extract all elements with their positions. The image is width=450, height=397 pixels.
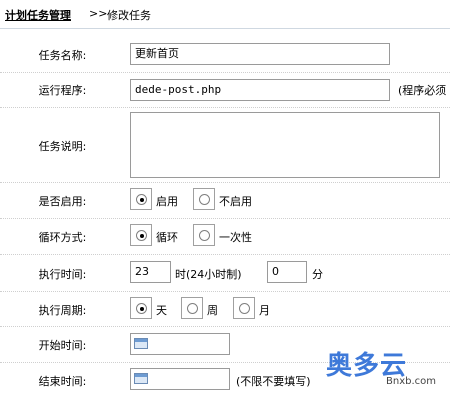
loop-label: 循环方式: — [38, 231, 87, 244]
start-time-input[interactable] — [130, 333, 230, 355]
task-name-row: 任务名称: 更新首页 — [0, 39, 450, 73]
enabled-yes-label: 启用 — [156, 195, 178, 208]
hour-input[interactable]: 23 — [130, 261, 171, 283]
hour-suffix: 时(24小时制) — [175, 268, 242, 281]
period-month-label: 月 — [259, 304, 270, 317]
loop-repeat-radio[interactable] — [130, 224, 152, 246]
enabled-yes-radio[interactable] — [130, 188, 152, 210]
minute-input[interactable]: 0 — [267, 261, 307, 283]
period-week-radio[interactable] — [181, 297, 203, 319]
breadcrumb-separator: >> — [89, 7, 108, 20]
period-month-radio[interactable] — [233, 297, 255, 319]
radio-checked-icon — [136, 194, 147, 205]
calendar-icon[interactable] — [134, 338, 148, 349]
loop-once-label: 一次性 — [219, 231, 252, 244]
loop-row: 循环方式: 循环 一次性 — [0, 219, 450, 255]
description-textarea[interactable] — [130, 112, 440, 178]
start-time-label: 开始时间: — [38, 339, 87, 352]
loop-once-radio[interactable] — [193, 224, 215, 246]
time-row: 执行时间: 23 时(24小时制) 0 分 — [0, 255, 450, 292]
end-time-note: (不限不要填写) — [236, 375, 311, 388]
period-week-label: 周 — [207, 304, 218, 317]
radio-icon — [199, 194, 210, 205]
enabled-no-radio[interactable] — [193, 188, 215, 210]
breadcrumb-current: 修改任务 — [107, 9, 151, 22]
radio-checked-icon — [136, 230, 147, 241]
period-day-label: 天 — [156, 304, 167, 317]
watermark-domain: Bnxb.com — [386, 376, 436, 387]
radio-icon — [239, 303, 250, 314]
watermark: 奥多云 Bnxb.com — [326, 345, 446, 395]
end-time-label: 结束时间: — [38, 375, 87, 388]
loop-repeat-label: 循环 — [156, 231, 178, 244]
period-row: 执行周期: 天 周 月 — [0, 292, 450, 327]
breadcrumb-bar: 计划任务管理 >> 修改任务 — [0, 0, 450, 29]
time-label: 执行时间: — [38, 268, 87, 281]
radio-checked-icon — [136, 303, 147, 314]
program-input[interactable]: dede-post.php — [130, 79, 390, 101]
enabled-label: 是否启用: — [38, 195, 87, 208]
description-label: 任务说明: — [38, 140, 87, 153]
program-label: 运行程序: — [38, 84, 87, 97]
program-row: 运行程序: dede-post.php (程序必须 — [0, 73, 450, 108]
radio-icon — [199, 230, 210, 241]
program-note: (程序必须 — [398, 84, 447, 97]
end-time-input[interactable] — [130, 368, 230, 390]
minute-suffix: 分 — [312, 268, 323, 281]
task-name-input[interactable]: 更新首页 — [130, 43, 390, 65]
enabled-no-label: 不启用 — [219, 195, 252, 208]
calendar-icon[interactable] — [134, 373, 148, 384]
description-row: 任务说明: — [0, 108, 450, 183]
task-name-label: 任务名称: — [38, 49, 87, 62]
period-day-radio[interactable] — [130, 297, 152, 319]
breadcrumb-section-link[interactable]: 计划任务管理 — [5, 7, 71, 23]
period-label: 执行周期: — [38, 304, 87, 317]
enabled-row: 是否启用: 启用 不启用 — [0, 183, 450, 219]
radio-icon — [187, 303, 198, 314]
